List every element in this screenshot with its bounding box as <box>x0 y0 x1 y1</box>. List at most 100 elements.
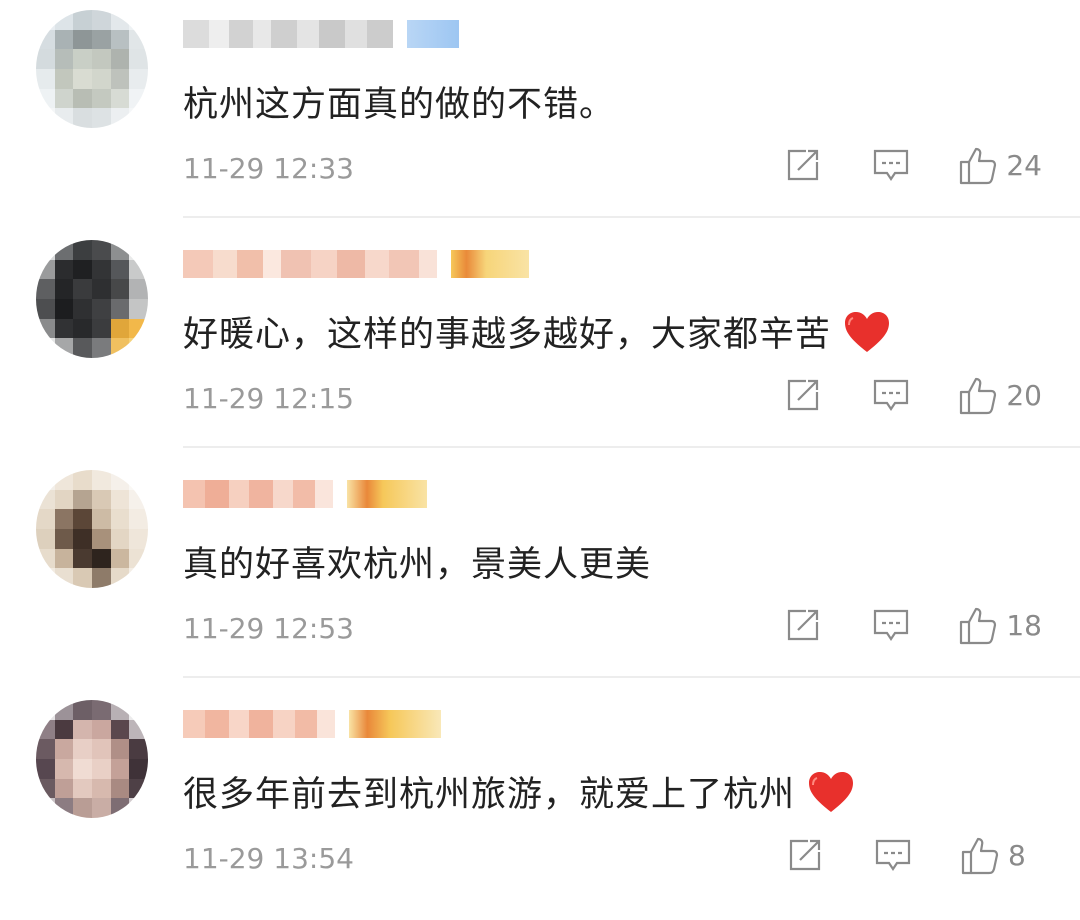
avatar-pixel <box>110 798 130 818</box>
avatar-pixel <box>73 240 92 260</box>
comment-item: 真的好喜欢杭州，景美人更美 11-29 12:53 18 <box>0 460 1080 690</box>
avatar-pixel <box>110 29 130 50</box>
username-row[interactable] <box>183 706 441 742</box>
avatar-pixel <box>129 719 148 740</box>
user-badge <box>347 480 427 508</box>
comment-text: 好暖心，这样的事越多越好，大家都辛苦 <box>183 306 891 357</box>
avatar-pixel <box>91 259 111 280</box>
comment-icon[interactable] <box>872 376 910 414</box>
like-count: 24 <box>1006 148 1042 182</box>
comment-text-content: 好暖心，这样的事越多越好，大家都辛苦 <box>183 315 832 355</box>
avatar-pixel <box>110 318 130 339</box>
avatar-pixel <box>54 778 74 799</box>
comment-icon[interactable] <box>872 606 910 644</box>
avatar-pixel <box>54 509 74 529</box>
comment-text-content: 真的好喜欢杭州，景美人更美 <box>183 545 652 585</box>
thumbs-up-icon[interactable] <box>958 376 997 415</box>
avatar-pixel <box>36 548 55 569</box>
thumbs-up-icon[interactable] <box>958 606 997 645</box>
comment-text-content: 很多年前去到杭州旅游，就爱上了杭州 <box>183 775 796 815</box>
username-blurred[interactable] <box>183 250 437 278</box>
comment-item: 好暖心，这样的事越多越好，大家都辛苦 11-29 12:15 20 <box>0 230 1080 460</box>
avatar-pixel <box>36 108 55 128</box>
avatar-pixel <box>36 68 55 89</box>
avatar-pixel <box>129 758 148 779</box>
avatar-pixel <box>54 719 74 740</box>
avatar-pixel <box>91 10 111 30</box>
avatar-pixel <box>110 259 130 280</box>
avatar-pixel <box>54 798 74 818</box>
avatar-pixel <box>36 719 55 740</box>
user-badge <box>349 710 441 738</box>
avatar-pixel <box>73 29 92 50</box>
username-blurred[interactable] <box>183 710 335 738</box>
comment-icon[interactable] <box>874 836 912 874</box>
username-row[interactable] <box>183 246 529 282</box>
avatar-pixel <box>129 470 148 490</box>
avatar[interactable] <box>36 700 148 818</box>
avatar-pixel <box>36 29 55 50</box>
avatar-pixel <box>36 338 55 358</box>
avatar-pixel <box>73 68 92 89</box>
avatar-pixel <box>54 338 74 358</box>
avatar-pixel <box>54 739 74 759</box>
avatar-pixel <box>73 338 92 358</box>
avatar-pixel <box>73 509 92 529</box>
avatar-pixel <box>73 548 92 569</box>
avatar-pixel <box>91 758 111 779</box>
avatar[interactable] <box>36 470 148 588</box>
avatar-pixel <box>110 279 130 299</box>
avatar-pixel <box>110 548 130 569</box>
avatar-pixel <box>54 548 74 569</box>
username-row[interactable] <box>183 16 459 52</box>
avatar-pixel <box>73 279 92 299</box>
divider <box>183 446 1080 448</box>
avatar-pixel <box>73 259 92 280</box>
avatar-pixel <box>91 279 111 299</box>
username-blurred[interactable] <box>183 480 333 508</box>
avatar-pixel <box>91 49 111 69</box>
avatar-pixel <box>129 548 148 569</box>
avatar-pixel <box>110 509 130 529</box>
thumbs-up-icon[interactable] <box>958 146 997 185</box>
username-blurred[interactable] <box>183 20 393 48</box>
share-icon[interactable] <box>784 146 822 184</box>
avatar-pixel <box>73 470 92 490</box>
avatar-pixel <box>91 700 111 720</box>
avatar-pixel <box>73 798 92 818</box>
avatar-pixel <box>129 798 148 818</box>
avatar-pixel <box>91 338 111 358</box>
avatar-pixel <box>73 568 92 588</box>
avatar-pixel <box>110 719 130 740</box>
avatar-pixel <box>54 700 74 720</box>
comment-text: 真的好喜欢杭州，景美人更美 <box>183 536 651 587</box>
avatar-pixel <box>91 548 111 569</box>
avatar-pixel <box>129 568 148 588</box>
avatar-pixel <box>54 318 74 339</box>
share-icon[interactable] <box>786 836 824 874</box>
avatar-pixel <box>129 259 148 280</box>
avatar-pixel <box>129 778 148 799</box>
avatar-pixel <box>129 739 148 759</box>
avatar-pixel <box>73 49 92 69</box>
avatar-pixel <box>110 778 130 799</box>
username-row[interactable] <box>183 476 427 512</box>
avatar[interactable] <box>36 240 148 358</box>
like-count: 18 <box>1006 608 1042 642</box>
avatar-pixel <box>91 739 111 759</box>
avatar-pixel <box>54 298 74 319</box>
comment-text-content: 杭州这方面真的做的不错。 <box>183 85 616 125</box>
avatar-pixel <box>91 798 111 818</box>
avatar-pixel <box>110 700 130 720</box>
thumbs-up-icon[interactable] <box>960 836 999 875</box>
user-badge <box>451 250 529 278</box>
avatar[interactable] <box>36 10 148 128</box>
avatar-pixel <box>54 489 74 510</box>
avatar-pixel <box>54 259 74 280</box>
share-icon[interactable] <box>784 376 822 414</box>
comment-icon[interactable] <box>872 146 910 184</box>
avatar-pixel <box>73 758 92 779</box>
avatar-pixel <box>91 68 111 89</box>
share-icon[interactable] <box>784 606 822 644</box>
avatar-pixel <box>110 568 130 588</box>
